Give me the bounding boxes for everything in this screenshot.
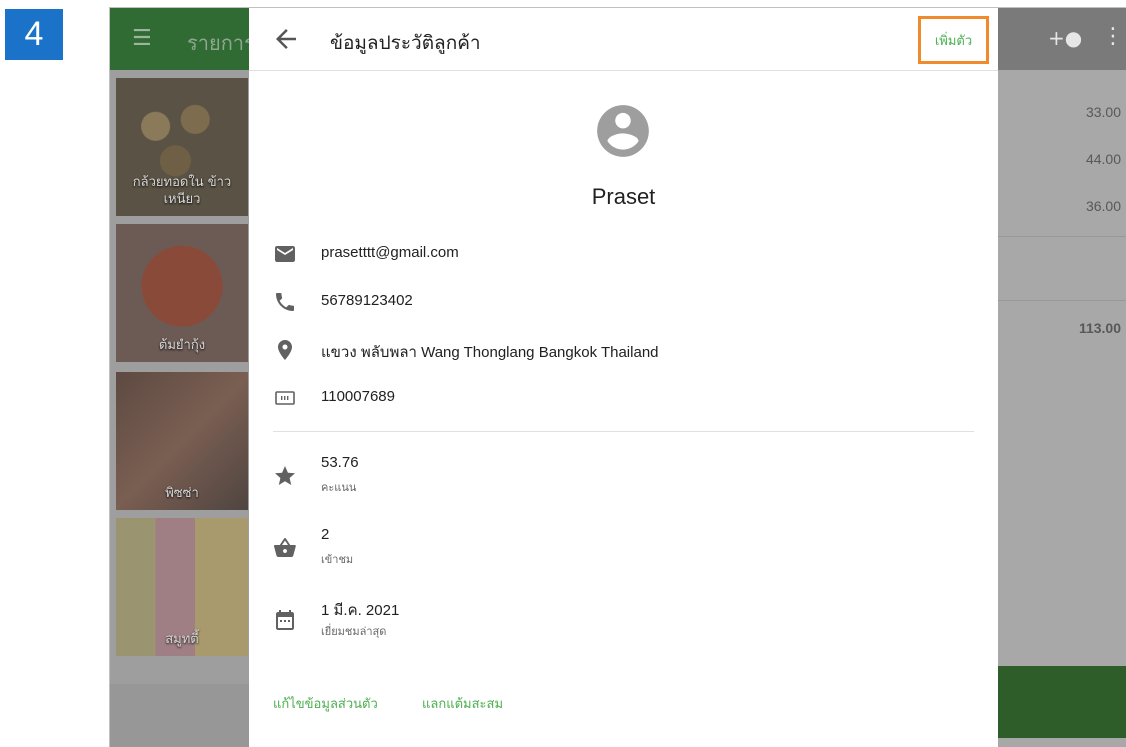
- add-button[interactable]: เพิ่มตัว: [918, 16, 989, 64]
- line-price: 33.00: [1085, 104, 1121, 120]
- email-icon: [275, 246, 295, 262]
- product-tile-label: กล้วยทอดใน ข้าวเหนียว: [132, 175, 232, 207]
- phone-text: 56789123402: [321, 292, 413, 309]
- points-stat: 53.76 คะแนน: [249, 454, 998, 500]
- order-summary: 33.00 44.00 36.00 113.00: [998, 70, 1126, 747]
- product-tile[interactable]: ต้มยำกุ้ง: [116, 224, 248, 362]
- id-row: 110007689: [249, 383, 998, 413]
- star-icon: [275, 466, 295, 485]
- stat-value: 53.76: [321, 454, 359, 471]
- checkout-button[interactable]: [998, 666, 1126, 738]
- visits-stat: 2 เข้าชม: [249, 526, 998, 572]
- background-title: รายการ: [187, 31, 255, 55]
- background-app-bar-left: ☰ รายการ: [110, 8, 255, 70]
- id-card-icon: [275, 391, 295, 405]
- section-divider: [273, 431, 974, 432]
- tablet-screen: ☰ รายการ +● ⋮ กล้วยทอดใน ข้าวเหนียว ต้มย…: [109, 7, 1126, 747]
- customer-history-dialog: ข้อมูลประวัติลูกค้า เพิ่มตัว Praset pras…: [249, 8, 998, 747]
- product-grid: กล้วยทอดใน ข้าวเหนียว ต้มยำกุ้ง พิซซ่า ส…: [110, 70, 250, 747]
- phone-icon: [276, 293, 294, 311]
- calendar-icon: [276, 610, 294, 630]
- background-footer: [110, 684, 250, 747]
- summary-divider: [998, 300, 1126, 301]
- stat-value: 2: [321, 526, 330, 543]
- edit-profile-link[interactable]: แก้ไขข้อมูลส่วนตัว: [273, 693, 378, 714]
- summary-divider: [998, 236, 1126, 237]
- customer-name: Praset: [591, 184, 656, 209]
- stat-label: เยี่ยมชมล่าสุด: [321, 625, 387, 638]
- add-button-label: เพิ่มตัว: [934, 33, 973, 49]
- id-number-text: 110007689: [321, 388, 395, 405]
- address-text: แขวง พลับพลา Wang Thonglang Bangkok Thai…: [321, 344, 659, 361]
- dialog-title: ข้อมูลประวัติลูกค้า: [330, 32, 481, 54]
- dialog-header: ข้อมูลประวัติลูกค้า เพิ่มตัว: [249, 8, 998, 71]
- location-pin-icon: [278, 340, 292, 360]
- product-tile-label: พิซซ่า: [165, 486, 199, 501]
- product-tile-label: ต้มยำกุ้ง: [158, 338, 206, 353]
- product-tile[interactable]: สมูทตี้: [116, 518, 248, 656]
- address-row: แขวง พลับพลา Wang Thonglang Bangkok Thai…: [249, 335, 998, 365]
- product-tile-label: สมูทตี้: [165, 632, 199, 647]
- redeem-points-link[interactable]: แลกแต้มสะสม: [422, 693, 503, 714]
- line-price: 44.00: [1085, 151, 1121, 167]
- stat-value: 1 มี.ค. 2021: [321, 602, 400, 619]
- product-tile[interactable]: พิซซ่า: [116, 372, 248, 510]
- back-arrow-icon[interactable]: [271, 24, 301, 54]
- stat-label: คะแนน: [321, 481, 357, 494]
- email-text: prasetttt@gmail.com: [321, 244, 459, 261]
- line-price: 36.00: [1085, 198, 1121, 214]
- email-row: prasetttt@gmail.com: [249, 239, 998, 269]
- menu-icon[interactable]: ☰: [132, 26, 152, 51]
- more-vert-icon[interactable]: ⋮: [1102, 24, 1124, 49]
- last-visit-stat: 1 มี.ค. 2021 เยี่ยมชมล่าสุด: [249, 598, 998, 644]
- product-tile[interactable]: กล้วยทอดใน ข้าวเหนียว: [116, 78, 248, 216]
- account-circle-icon: [597, 105, 649, 157]
- phone-row: 56789123402: [249, 287, 998, 317]
- stat-label: เข้าชม: [321, 553, 354, 566]
- basket-icon: [274, 538, 296, 557]
- order-total: 113.00: [1078, 320, 1121, 336]
- step-number-badge: 4: [5, 9, 63, 60]
- add-person-icon[interactable]: +●: [1048, 26, 1082, 50]
